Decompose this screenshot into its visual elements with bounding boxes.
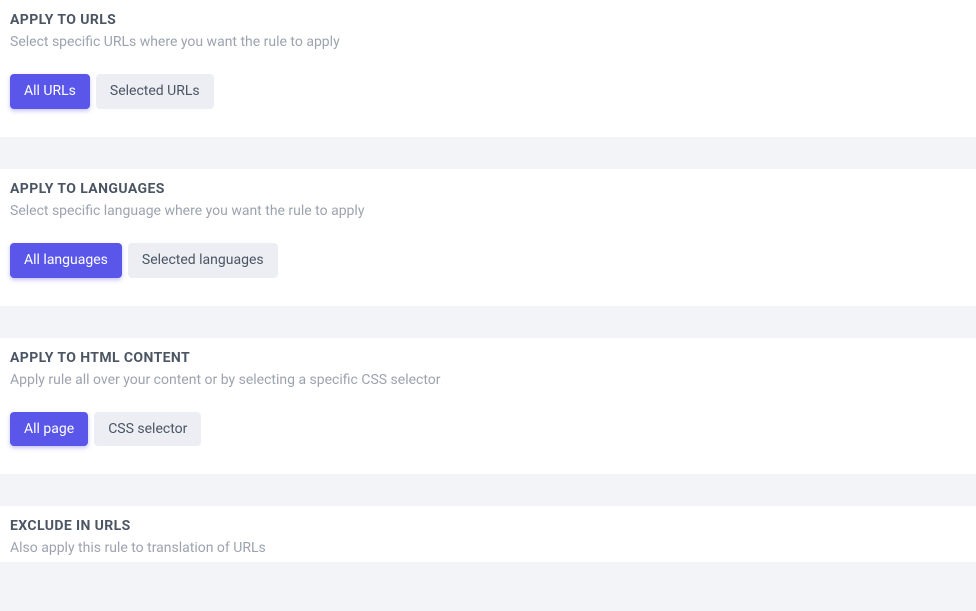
section-subtitle-urls: Select specific URLs where you want the … xyxy=(10,34,966,50)
toggle-group-urls: All URLs Selected URLs xyxy=(10,74,966,109)
section-title-languages: APPLY TO LANGUAGES xyxy=(10,181,966,197)
section-title-urls: APPLY TO URLS xyxy=(10,12,966,28)
css-selector-button[interactable]: CSS selector xyxy=(94,412,201,447)
all-languages-button[interactable]: All languages xyxy=(10,243,122,278)
toggle-group-languages: All languages Selected languages xyxy=(10,243,966,278)
section-title-exclude: EXCLUDE IN URLS xyxy=(10,518,966,534)
all-urls-button[interactable]: All URLs xyxy=(10,74,90,109)
section-apply-html: APPLY TO HTML CONTENT Apply rule all ove… xyxy=(0,338,976,475)
all-page-button[interactable]: All page xyxy=(10,412,88,447)
selected-languages-button[interactable]: Selected languages xyxy=(128,243,278,278)
section-subtitle-languages: Select specific language where you want … xyxy=(10,203,966,219)
section-subtitle-html: Apply rule all over your content or by s… xyxy=(10,372,966,388)
section-apply-languages: APPLY TO LANGUAGES Select specific langu… xyxy=(0,169,976,306)
section-title-html: APPLY TO HTML CONTENT xyxy=(10,350,966,366)
section-apply-urls: APPLY TO URLS Select specific URLs where… xyxy=(0,0,976,137)
toggle-group-html: All page CSS selector xyxy=(10,412,966,447)
section-subtitle-exclude: Also apply this rule to translation of U… xyxy=(10,540,966,556)
selected-urls-button[interactable]: Selected URLs xyxy=(96,74,214,109)
section-exclude-urls: EXCLUDE IN URLS Also apply this rule to … xyxy=(0,506,976,562)
